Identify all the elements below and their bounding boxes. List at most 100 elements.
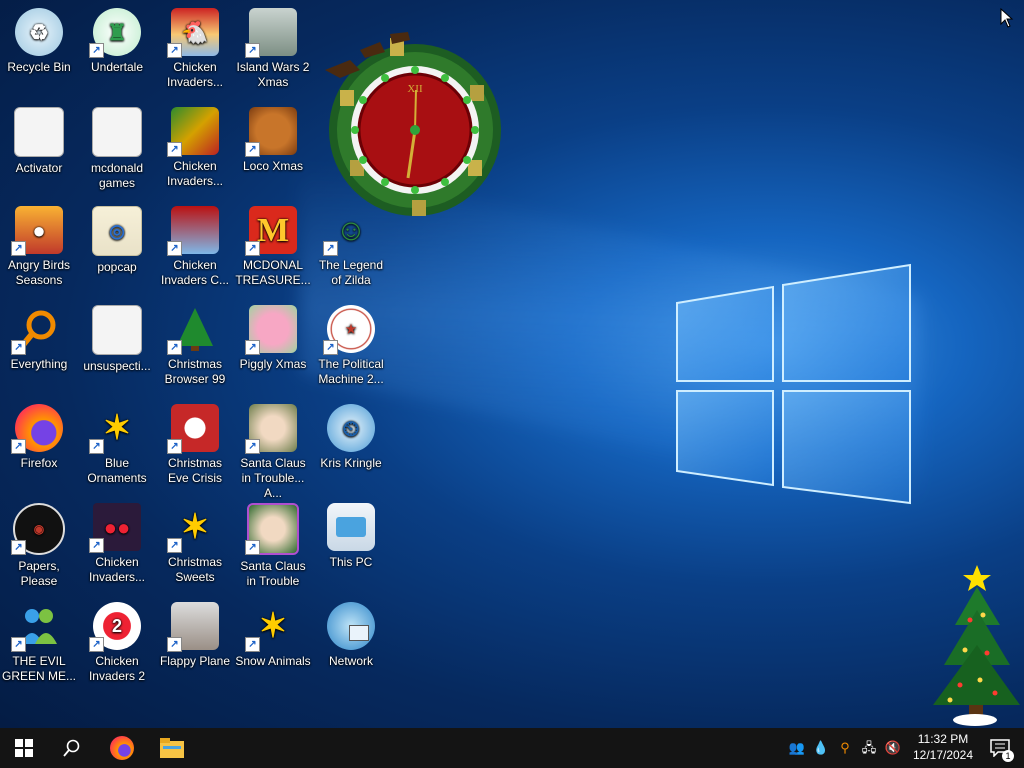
taskbar-time: 11:32 PM <box>917 732 969 746</box>
clock-minute-hand <box>414 89 417 131</box>
messenger-icon: ↗ <box>11 602 63 652</box>
shortcut-arrow-icon: ↗ <box>167 43 182 58</box>
shortcut-arrow-icon: ↗ <box>245 637 260 652</box>
firefox-icon: ↗ <box>11 404 63 454</box>
desktop-icon-chicken-invaders-2[interactable]: 2 ↗ Chicken Invaders 2 <box>78 596 156 692</box>
desktop-icon-unsuspecting[interactable]: unsuspecti... <box>78 299 156 395</box>
desktop-icon-evil-green-messenger[interactable]: ↗ THE EVIL GREEN ME... <box>0 596 78 692</box>
desktop-icon-snow-animals[interactable]: ✶ ↗ Snow Animals <box>234 596 312 692</box>
shortcut-arrow-icon: ↗ <box>323 241 338 256</box>
people-icon[interactable]: 👥 <box>788 738 806 758</box>
shortcut-arrow-icon: ↗ <box>89 43 104 58</box>
desktop-icon-popcap[interactable]: ◎ popcap <box>78 200 156 296</box>
chicken-invaders-icon: ↗ <box>167 107 219 157</box>
angry-birds-icon: ● ↗ <box>11 206 63 256</box>
pig-icon: ↗ <box>245 305 297 355</box>
shortcut-arrow-icon: ↗ <box>245 439 260 454</box>
christmas-clock-gadget[interactable]: XII <box>320 30 510 220</box>
start-button[interactable] <box>0 728 48 768</box>
network-icon <box>327 602 375 650</box>
desktop-icon-angry-birds[interactable]: ● ↗ Angry Birds Seasons <box>0 200 78 296</box>
desktop-icon-loco-xmas[interactable]: ↗ Loco Xmas <box>234 101 312 197</box>
flappy-plane-icon: ↗ <box>167 602 219 652</box>
desktop-icon-everything[interactable]: ↗ Everything <box>0 299 78 395</box>
desktop-icon-chicken-invaders-c[interactable]: ↗ Chicken Invaders C... <box>156 200 234 296</box>
shortcut-arrow-icon: ↗ <box>89 538 104 553</box>
desktop-icon-mcdonal-treasure[interactable]: M ↗ MCDONAL TREASURE... <box>234 200 312 296</box>
desktop-icon-santa-claus-in-trouble-again[interactable]: ↗ Santa Claus in Trouble... A... <box>234 398 312 500</box>
santa-icon: ↗ <box>245 404 297 454</box>
windows-logo-wallpaper <box>676 263 911 505</box>
undertale-icon: ♜ ↗ <box>89 8 141 58</box>
shortcut-arrow-icon: ↗ <box>323 340 338 355</box>
desktop-icon-kris-kringle[interactable]: ⏲ Kris Kringle <box>312 398 390 494</box>
droplet-icon[interactable]: 💧 <box>812 738 830 758</box>
clock-button[interactable]: 11:32 PM 12/17/2024 <box>904 731 982 763</box>
desktop-icon-undertale[interactable]: ♜ ↗ Undertale <box>78 2 156 98</box>
desktop-icon-chicken-invaders-b[interactable]: ↗ Chicken Invaders... <box>156 101 234 197</box>
teddy-bear-icon: ↗ <box>245 107 297 157</box>
taskbar-firefox-button[interactable] <box>98 728 146 768</box>
shortcut-arrow-icon: ↗ <box>11 637 26 652</box>
shortcut-arrow-icon: ↗ <box>167 142 182 157</box>
popcap-game-icon: ✶ ↗ <box>89 404 141 454</box>
windows-start-icon <box>15 739 33 757</box>
desktop-icon-chicken-invaders-a[interactable]: 🐔 ↗ Chicken Invaders... <box>156 2 234 98</box>
desktop-icon-network[interactable]: Network <box>312 596 390 692</box>
magnifier-icon: ↗ <box>11 305 63 355</box>
desktop-icon-chicken-invaders-3[interactable]: ●● ↗ Chicken Invaders... <box>78 497 156 593</box>
firefox-icon <box>110 736 134 760</box>
file-explorer-icon <box>160 738 184 758</box>
papers-please-icon: ◉ ↗ <box>11 503 65 555</box>
desktop-icon-activator[interactable]: Activator <box>0 101 78 197</box>
kris-kringle-icon: ⏲ <box>327 404 375 452</box>
notification-center-button[interactable]: 1 <box>976 728 1024 768</box>
desktop-icon-political-machine[interactable]: ★ ↗ The Political Machine 2... <box>312 299 390 395</box>
desktop-icon-firefox[interactable]: ↗ Firefox <box>0 398 78 494</box>
desktop-icon-recycle-bin[interactable]: ♻ Recycle Bin <box>0 2 78 98</box>
recycle-bin-icon: ♻ <box>15 8 63 56</box>
chicken-invaders-icon: 2 ↗ <box>89 602 141 652</box>
desktop-icon-this-pc[interactable]: This PC <box>312 497 390 593</box>
chicken-invaders-icon: ●● ↗ <box>89 503 141 553</box>
shortcut-arrow-icon: ↗ <box>245 540 260 555</box>
shortcut-arrow-icon: ↗ <box>245 241 260 256</box>
taskbar: 👥 💧 ⚲ 🖧 🔇 11:32 PM 12/17/2024 1 <box>0 728 1024 768</box>
shortcut-arrow-icon: ↗ <box>167 538 182 553</box>
clock-center <box>410 125 420 135</box>
network-wired-icon[interactable]: 🖧 <box>860 738 878 758</box>
search-button[interactable] <box>48 728 96 768</box>
shortcut-arrow-icon: ↗ <box>245 340 260 355</box>
desktop[interactable]: ♻ Recycle Bin Activator ● ↗ Angry Birds S… <box>0 0 1024 728</box>
shortcut-arrow-icon: ↗ <box>89 439 104 454</box>
political-machine-icon: ★ ↗ <box>323 305 375 355</box>
island-wars-icon: ↗ <box>245 8 297 58</box>
desktop-icon-piggly-xmas[interactable]: ↗ Piggly Xmas <box>234 299 312 395</box>
desktop-icon-christmas-browser[interactable]: ↗ Christmas Browser 99 <box>156 299 234 395</box>
popcap-game-icon: ✶ ↗ <box>245 602 297 652</box>
chicken-invaders-icon: ↗ <box>167 206 219 256</box>
file-icon <box>14 107 64 157</box>
desktop-icon-christmas-sweets[interactable]: ✶ ↗ Christmas Sweets <box>156 497 234 593</box>
shortcut-arrow-icon: ↗ <box>11 439 26 454</box>
desktop-icon-blue-ornaments[interactable]: ✶ ↗ Blue Ornaments <box>78 398 156 494</box>
desktop-icon-santa-claus-in-trouble[interactable]: ↗ Santa Claus in Trouble <box>234 497 312 593</box>
santa-icon: ↗ <box>245 503 299 555</box>
mcdonalds-icon: M ↗ <box>245 206 297 256</box>
shortcut-arrow-icon: ↗ <box>11 540 26 555</box>
desktop-icon-mcdonald-games[interactable]: mcdonald games <box>78 101 156 197</box>
shortcut-arrow-icon: ↗ <box>167 241 182 256</box>
everything-search-icon[interactable]: ⚲ <box>836 738 854 758</box>
popcap-game-icon: ✶ ↗ <box>167 503 219 553</box>
desktop-icon-flappy-plane[interactable]: ↗ Flappy Plane <box>156 596 234 692</box>
christmas-tree-icon: ↗ <box>167 305 219 355</box>
christmas-tree-gadget[interactable] <box>925 565 1020 727</box>
desktop-icon-papers-please[interactable]: ◉ ↗ Papers, Please <box>0 497 78 593</box>
desktop-icon-christmas-eve-crisis[interactable]: ↗ Christmas Eve Crisis <box>156 398 234 494</box>
search-icon <box>63 739 80 757</box>
desktop-icon-island-wars[interactable]: ↗ Island Wars 2 Xmas <box>234 2 312 98</box>
taskbar-date: 12/17/2024 <box>912 748 974 762</box>
taskbar-file-explorer-button[interactable] <box>148 728 196 768</box>
volume-muted-icon[interactable]: 🔇 <box>884 738 902 758</box>
santa-icon: ↗ <box>167 404 219 454</box>
